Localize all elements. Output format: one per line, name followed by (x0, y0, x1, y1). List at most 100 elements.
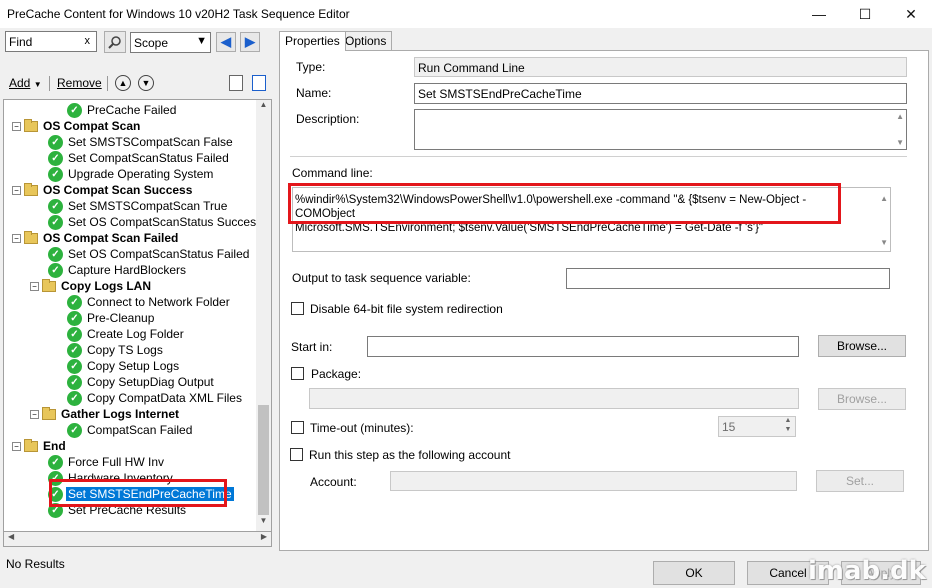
check-icon: ✓ (48, 134, 63, 150)
highlight-box (49, 479, 227, 507)
tree-item-label: OS Compat Scan Success (43, 183, 193, 197)
type-value: Run Command Line (418, 61, 525, 75)
folder-icon (24, 118, 38, 132)
run-as-checkbox[interactable] (290, 448, 303, 461)
scroll-up-icon[interactable]: ▲ (896, 112, 904, 121)
tree-hscrollbar[interactable]: ◀ ▶ (3, 532, 272, 547)
collapse-icon[interactable]: − (12, 185, 21, 195)
start-in-browse-button[interactable]: Browse... (818, 335, 906, 357)
tree-step[interactable]: ✓ Copy TS Logs (67, 342, 165, 358)
tree-step[interactable]: ✓ Copy SetupDiag Output (67, 374, 216, 390)
timeout-checkbox[interactable] (291, 421, 304, 434)
chevron-down-icon[interactable]: ▼ (781, 426, 795, 436)
tree-group[interactable]: − End (12, 438, 68, 454)
search-button[interactable] (104, 31, 126, 53)
tree-step[interactable]: ✓ Upgrade Operating System (48, 166, 215, 182)
ok-button[interactable]: OK (653, 561, 735, 585)
check-icon: ✓ (48, 198, 63, 214)
scroll-down-icon[interactable]: ▼ (896, 138, 904, 147)
run-as-label: Run this step as the following account (309, 448, 511, 462)
start-in-label: Start in: (291, 340, 333, 354)
maximize-button[interactable]: ☐ (842, 0, 888, 28)
timeout-stepper[interactable]: 15 ▲ ▼ (718, 416, 796, 437)
tree-item-label: Connect to Network Folder (87, 295, 230, 309)
type-label: Type: (296, 60, 326, 74)
tree-step[interactable]: ✓ Set OS CompatScanStatus Failed (48, 246, 251, 262)
tree-step[interactable]: ✓ Connect to Network Folder (67, 294, 232, 310)
find-next-button[interactable]: ▶ (240, 32, 260, 52)
collapse-icon[interactable]: − (30, 409, 39, 419)
find-previous-button[interactable]: ◀ (216, 32, 236, 52)
description-label: Description: (296, 112, 360, 126)
scroll-down-icon[interactable]: ▼ (880, 238, 888, 247)
refresh-icon[interactable] (252, 75, 266, 91)
tree-item-label: Copy SetupDiag Output (87, 375, 214, 389)
tree-step[interactable]: ✓ Set OS CompatScanStatus Success (48, 214, 264, 230)
tree-group[interactable]: − Copy Logs LAN (30, 278, 153, 294)
tab-properties[interactable]: Properties (279, 31, 346, 51)
task-sequence-tree[interactable]: ✓ PreCache Failed − OS Compat Scan ✓ Set SMST… (3, 99, 272, 532)
tree-group[interactable]: − OS Compat Scan Failed (12, 230, 180, 246)
check-icon: ✓ (48, 454, 63, 470)
find-input-text: Find (9, 35, 33, 49)
close-button[interactable]: ✕ (888, 0, 932, 28)
tree-item-label: Create Log Folder (87, 327, 184, 341)
tree-toolbar: Add ▼ Remove ▲ ▼ (0, 72, 272, 96)
tree-step[interactable]: ✓ Capture HardBlockers (48, 262, 188, 278)
tree-step[interactable]: ✓ Copy CompatData XML Files (67, 390, 244, 406)
package-field (309, 388, 799, 409)
tree-step[interactable]: ✓ PreCache Failed (67, 102, 178, 118)
tree-step[interactable]: ✓ Pre-Cleanup (67, 310, 156, 326)
collapse-icon[interactable]: − (12, 441, 21, 451)
tree-group[interactable]: − OS Compat Scan Success (12, 182, 194, 198)
scroll-down-icon[interactable]: ▼ (256, 516, 271, 531)
collapse-icon[interactable]: − (12, 121, 21, 131)
tree-group[interactable]: − Gather Logs Internet (30, 406, 181, 422)
tree-item-label: OS Compat Scan (43, 119, 141, 133)
sort-icon[interactable] (229, 75, 243, 91)
tree-item-label: Set SMSTSCompatScan False (68, 135, 233, 149)
divider (290, 156, 907, 157)
collapse-icon[interactable]: − (12, 233, 21, 243)
tree-step[interactable]: ✓ Set CompatScanStatus Failed (48, 150, 231, 166)
scroll-thumb[interactable] (258, 405, 269, 515)
remove-button[interactable]: Remove (57, 76, 102, 90)
tree-item-label: Set OS CompatScanStatus Failed (68, 247, 250, 261)
tree-group[interactable]: − OS Compat Scan (12, 118, 142, 134)
package-browse-button[interactable]: Browse... (818, 388, 906, 410)
tree-step[interactable]: ✓ CompatScan Failed (67, 422, 194, 438)
add-button[interactable]: Add ▼ (9, 76, 42, 90)
folder-icon (42, 406, 56, 420)
name-input[interactable]: Set SMSTSEndPreCacheTime (414, 83, 907, 104)
check-icon: ✓ (48, 214, 63, 230)
minimize-button[interactable]: — (796, 0, 842, 28)
disable64-checkbox[interactable] (291, 302, 304, 315)
check-icon: ✓ (67, 390, 82, 406)
tree-step[interactable]: ✓ Copy Setup Logs (67, 358, 181, 374)
move-up-button[interactable]: ▲ (115, 75, 131, 91)
output-variable-input[interactable] (566, 268, 890, 289)
description-input[interactable]: ▲ ▼ (414, 109, 907, 150)
start-in-input[interactable] (367, 336, 799, 357)
tree-step[interactable]: ✓ Set SMSTSCompatScan False (48, 134, 235, 150)
scroll-up-icon[interactable]: ▲ (256, 100, 271, 115)
scroll-left-icon[interactable]: ◀ (8, 532, 14, 541)
folder-icon (24, 182, 38, 196)
scroll-up-icon[interactable]: ▲ (880, 194, 888, 203)
find-clear-button[interactable]: x (85, 35, 91, 47)
watermark-logo: imab.dk (808, 556, 926, 586)
move-down-button[interactable]: ▼ (138, 75, 154, 91)
tree-scrollbar[interactable]: ▲ ▼ (256, 100, 271, 531)
tree-step[interactable]: ✓ Create Log Folder (67, 326, 186, 342)
scope-dropdown[interactable]: Scope ▼ (130, 32, 211, 53)
tree-step[interactable]: ✓ Force Full HW Inv (48, 454, 166, 470)
collapse-icon[interactable]: − (30, 281, 39, 291)
package-checkbox[interactable] (291, 367, 304, 380)
account-label: Account: (310, 475, 357, 489)
find-input[interactable]: Find x (5, 31, 97, 52)
tab-options[interactable]: Options (339, 31, 393, 50)
scroll-right-icon[interactable]: ▶ (261, 532, 267, 541)
account-set-button[interactable]: Set... (816, 470, 904, 492)
tree-step[interactable]: ✓ Set SMSTSCompatScan True (48, 198, 229, 214)
toolbar-divider (107, 76, 108, 91)
